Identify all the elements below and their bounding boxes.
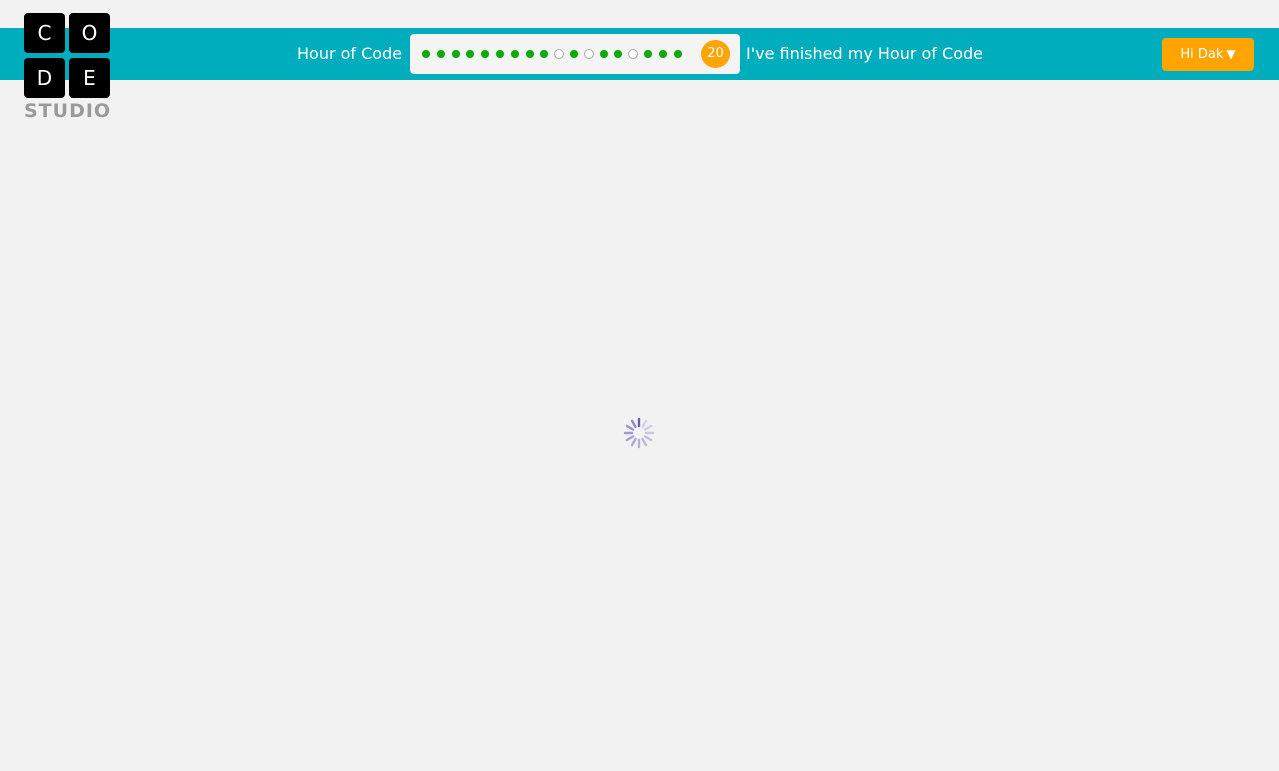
spinner-segment <box>641 419 648 429</box>
logo-subtitle: STUDIO <box>24 100 112 122</box>
level-dot[interactable] <box>465 49 476 59</box>
level-dot[interactable] <box>435 49 446 59</box>
logo-tile-o: O <box>69 13 110 53</box>
spinner-segment <box>643 435 653 442</box>
user-menu-button[interactable]: Hi Dak ▼ <box>1162 38 1254 71</box>
level-dot[interactable] <box>480 49 491 59</box>
level-dots <box>421 49 687 59</box>
level-dot[interactable] <box>554 49 565 59</box>
level-dot[interactable] <box>450 49 461 59</box>
level-dot[interactable] <box>509 49 520 59</box>
level-dot[interactable] <box>642 49 653 59</box>
loading-spinner-icon <box>623 417 655 449</box>
code-studio-logo[interactable]: C O D E STUDIO <box>24 13 111 123</box>
level-dot[interactable] <box>613 49 624 59</box>
level-dot[interactable] <box>421 49 431 59</box>
finished-hour-of-code-link[interactable]: I've finished my Hour of Code <box>746 28 983 80</box>
level-dot[interactable] <box>672 49 683 59</box>
logo-tile-e: E <box>69 58 110 98</box>
chevron-down-icon: ▼ <box>1226 47 1236 61</box>
user-menu-label: Hi Dak <box>1180 47 1224 62</box>
page: C O D E STUDIO Hour of Code 20 I've fini… <box>0 0 1279 771</box>
level-dot[interactable] <box>583 49 594 59</box>
level-dot[interactable] <box>657 49 668 59</box>
level-dot[interactable] <box>494 49 505 59</box>
level-dot[interactable] <box>568 49 579 59</box>
spinner-segment <box>625 435 635 442</box>
current-level-badge[interactable]: 20 <box>701 40 730 68</box>
level-dot[interactable] <box>598 49 609 59</box>
level-dot[interactable] <box>539 49 550 59</box>
level-dot[interactable] <box>524 49 535 59</box>
spinner-segment <box>641 437 648 447</box>
spinner-segment <box>625 424 635 431</box>
course-title[interactable]: Hour of Code <box>297 28 402 80</box>
logo-tile-d: D <box>24 58 65 98</box>
level-progress: 20 <box>410 34 740 74</box>
spinner-segment <box>630 419 637 429</box>
level-dot[interactable] <box>628 49 639 59</box>
spinner-segment <box>630 437 637 447</box>
logo-tile-c: C <box>24 13 65 53</box>
spinner-segment <box>643 424 653 431</box>
